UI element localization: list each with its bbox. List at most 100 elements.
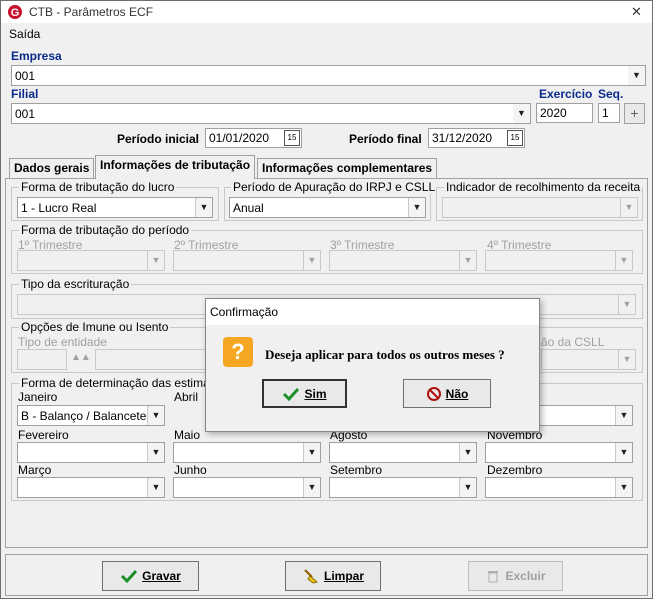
maio-combo[interactable]: ▼ xyxy=(173,442,321,463)
dialog-message: Deseja aplicar para todos os outros mese… xyxy=(265,347,505,362)
trimestre-3-combo[interactable]: ▼ xyxy=(329,250,477,271)
dialog-title: Confirmação xyxy=(210,305,279,319)
dezembro-label: Dezembro xyxy=(487,463,543,477)
periodo-apuracao-combo[interactable]: Anual ▼ xyxy=(229,197,426,218)
broom-icon xyxy=(304,569,319,584)
tab-informacoes-tributacao[interactable]: Informações de tributação xyxy=(95,155,256,179)
check-icon xyxy=(283,387,300,401)
tipo-entidade-desc xyxy=(95,349,215,370)
junho-label: Junho xyxy=(174,463,207,477)
limpar-label: Limpar xyxy=(323,569,364,583)
trimestre-1-combo[interactable]: ▼ xyxy=(17,250,165,271)
window-title: CTB - Parâmetros ECF xyxy=(29,5,154,19)
indicador-recolhimento-label: Indicador de recolhimento da receita xyxy=(444,180,643,194)
chevron-down-icon: ▼ xyxy=(303,251,320,270)
setembro-combo[interactable]: ▼ xyxy=(329,477,477,498)
agosto-combo[interactable]: ▼ xyxy=(329,442,477,463)
nao-label: Não xyxy=(445,386,469,401)
filial-label: Filial xyxy=(11,87,39,101)
gravar-label: Gravar xyxy=(142,569,181,583)
novembro-combo[interactable]: ▼ xyxy=(485,442,633,463)
csll-label: ão da CSLL xyxy=(541,335,605,349)
menu-saida[interactable]: Saída xyxy=(9,27,40,41)
exercicio-label: Exercício xyxy=(539,87,593,101)
empresa-value: 001 xyxy=(15,69,36,83)
sim-label: Sim xyxy=(304,386,327,401)
forma-tributacao-label: Forma de tributação do lucro xyxy=(19,180,177,194)
binoculars-icon[interactable]: ▲▲ xyxy=(71,352,91,363)
chevron-down-icon: ▼ xyxy=(628,66,645,85)
chevron-down-icon: ▼ xyxy=(303,443,320,462)
periodo-inicial-value: 01/01/2020 xyxy=(209,131,270,145)
check-icon xyxy=(121,569,138,584)
confirm-dialog: Confirmação ? Deseja aplicar para todos … xyxy=(205,298,540,432)
tab-dados-gerais[interactable]: Dados gerais xyxy=(9,158,95,178)
menu-bar: Saída xyxy=(1,23,652,43)
app-logo-icon: G xyxy=(7,4,23,20)
title-bar: G CTB - Parâmetros ECF ✕ xyxy=(1,1,652,23)
question-icon: ? xyxy=(223,337,253,367)
sim-button[interactable]: Sim xyxy=(262,379,347,408)
calendar-icon[interactable]: 15 xyxy=(284,130,300,146)
setembro-label: Setembro xyxy=(330,463,383,477)
chevron-down-icon: ▼ xyxy=(408,198,425,217)
fevereiro-combo[interactable]: ▼ xyxy=(17,442,165,463)
trimestre-2-combo[interactable]: ▼ xyxy=(173,250,321,271)
tipo-escrituracao-label: Tipo da escrituração xyxy=(19,277,132,291)
dialog-title-bar: Confirmação xyxy=(206,299,539,325)
forma-tributacao-combo[interactable]: 1 - Lucro Real ▼ xyxy=(17,197,213,218)
add-seq-button[interactable]: + xyxy=(624,103,645,124)
marco-combo[interactable]: ▼ xyxy=(17,477,165,498)
limpar-button[interactable]: Limpar xyxy=(285,561,381,591)
chevron-down-icon: ▼ xyxy=(618,295,635,314)
svg-text:G: G xyxy=(11,7,20,19)
junho-combo[interactable]: ▼ xyxy=(173,477,321,498)
gravar-button[interactable]: Gravar xyxy=(102,561,199,591)
filial-value: 001 xyxy=(15,107,36,121)
chevron-down-icon: ▼ xyxy=(147,251,164,270)
tab-informacoes-complementares[interactable]: Informações complementares xyxy=(257,158,438,178)
chevron-down-icon: ▼ xyxy=(303,478,320,497)
close-icon[interactable]: ✕ xyxy=(631,4,642,20)
periodo-apuracao-label: Período de Apuração do IRPJ e CSLL xyxy=(231,180,438,194)
forma-tributacao-value: 1 - Lucro Real xyxy=(21,201,97,215)
periodo-inicial-label: Período inicial xyxy=(117,132,200,146)
trash-icon xyxy=(488,571,499,583)
dialog-body: ? Deseja aplicar para todos os outros me… xyxy=(206,325,539,431)
excluir-button[interactable]: Excluir xyxy=(468,561,563,591)
trimestre-4-combo[interactable]: ▼ xyxy=(485,250,633,271)
chevron-down-icon: ▼ xyxy=(620,198,637,217)
chevron-down-icon: ▼ xyxy=(615,478,632,497)
excluir-label: Excluir xyxy=(505,569,546,583)
chevron-down-icon: ▼ xyxy=(147,406,164,425)
chevron-down-icon: ▼ xyxy=(147,443,164,462)
calendar-icon[interactable]: 15 xyxy=(507,130,523,146)
maio-label: Maio xyxy=(174,428,201,442)
janeiro-combo[interactable]: B - Balanço / Balancete de ▼ xyxy=(17,405,165,426)
csll-combo[interactable]: ▼ xyxy=(541,349,636,370)
filial-combo[interactable]: 001 ▼ xyxy=(11,103,531,124)
seq-field[interactable]: 1 xyxy=(598,103,620,123)
chevron-down-icon: ▼ xyxy=(615,251,632,270)
exercicio-field[interactable]: 2020 xyxy=(536,103,593,123)
seq-label: Seq. xyxy=(598,87,624,101)
marco-label: Março xyxy=(18,463,52,477)
abril-label: Abril xyxy=(174,390,199,404)
imune-label: Opções de Imune ou Isento xyxy=(19,320,171,334)
forma-periodo-label: Forma de tributação do período xyxy=(19,223,192,237)
calendar-day: 15 xyxy=(510,133,520,142)
chevron-down-icon: ▼ xyxy=(513,104,530,123)
empresa-combo[interactable]: 001 ▼ xyxy=(11,65,646,86)
indicador-recolhimento-combo[interactable]: ▼ xyxy=(442,197,638,218)
periodo-final-label: Período final xyxy=(349,132,422,146)
main-window: G CTB - Parâmetros ECF ✕ Saída Empresa 0… xyxy=(0,0,653,599)
nao-button[interactable]: Não xyxy=(403,379,491,408)
chevron-down-icon: ▼ xyxy=(615,443,632,462)
dezembro-combo[interactable]: ▼ xyxy=(485,477,633,498)
janeiro-value: B - Balanço / Balancete de xyxy=(21,409,164,423)
calendar-day: 15 xyxy=(287,133,297,142)
tipo-entidade-field[interactable] xyxy=(17,349,67,370)
chevron-down-icon: ▼ xyxy=(195,198,212,217)
tipo-entidade-label: Tipo de entidade xyxy=(18,335,107,349)
fevereiro-label: Fevereiro xyxy=(18,428,69,442)
